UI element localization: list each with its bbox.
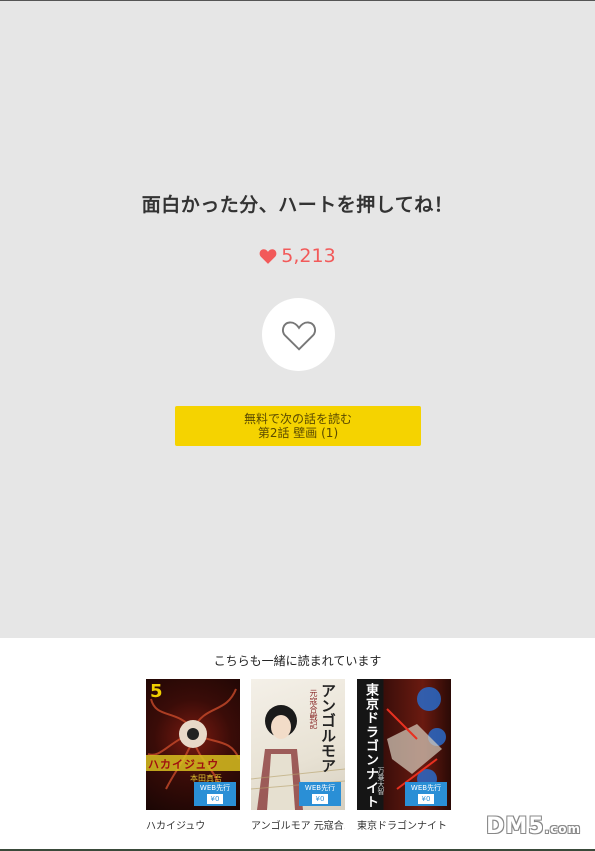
volume-number: 5: [150, 681, 163, 702]
chapter-end-panel: 面白かった分、ハートを押してね！ 5,213 無料で次の話を読む 第2話 壁画 …: [0, 1, 595, 638]
cover-subtitle: 元寇合戦記: [309, 689, 318, 729]
book-cover: アンゴルモア 元寇合戦記 WEB先行 ¥0: [251, 679, 345, 810]
book-cover: 東京ドラゴンナイト 万乗大智 WEB先行 ¥0: [357, 679, 451, 810]
recommended-book[interactable]: 5 ハカイジュウ 本田真吾 WEB先行 ¥0 ハカイジュウ: [146, 679, 240, 832]
heart-outline-icon: [281, 321, 316, 351]
like-button[interactable]: [262, 298, 335, 371]
like-count-value: 5,213: [281, 245, 336, 267]
like-prompt-heading: 面白かった分、ハートを押してね！: [141, 194, 454, 216]
recommended-book[interactable]: 東京ドラゴンナイト 万乗大智 WEB先行 ¥0 東京ドラゴンナイト: [357, 679, 451, 832]
heart-filled-icon: [259, 249, 277, 264]
recommended-book[interactable]: アンゴルモア 元寇合戦記 WEB先行 ¥0 アンゴルモア 元寇合…: [251, 679, 345, 832]
cover-title: ハカイジュウ: [148, 758, 220, 771]
recommendations-section: こちらも一緒に読まれています 5 ハカイジュウ 本田真吾 WEB先行 ¥0 ハカ…: [0, 638, 595, 851]
book-title: 東京ドラゴンナイト: [357, 821, 447, 832]
next-chapter-title: 第2話 壁画 (1): [257, 426, 339, 440]
like-count: 5,213: [0, 245, 595, 267]
recommendations-title: こちらも一緒に読まれています: [213, 654, 382, 668]
web-first-badge: WEB先行 ¥0: [405, 782, 447, 806]
cover-author: 万乗大智: [377, 767, 385, 795]
read-next-chapter-button[interactable]: 無料で次の話を読む 第2話 壁画 (1): [175, 406, 421, 446]
cover-title: アンゴルモア: [319, 683, 337, 773]
book-cover: 5 ハカイジュウ 本田真吾 WEB先行 ¥0: [146, 679, 240, 810]
book-title: アンゴルモア 元寇合…: [251, 821, 345, 832]
web-first-badge: WEB先行 ¥0: [194, 782, 236, 806]
site-watermark-logo: DM5.com: [486, 814, 581, 839]
book-title: ハカイジュウ: [146, 821, 206, 832]
web-first-badge: WEB先行 ¥0: [299, 782, 341, 806]
read-next-label: 無料で次の話を読む: [243, 412, 352, 426]
